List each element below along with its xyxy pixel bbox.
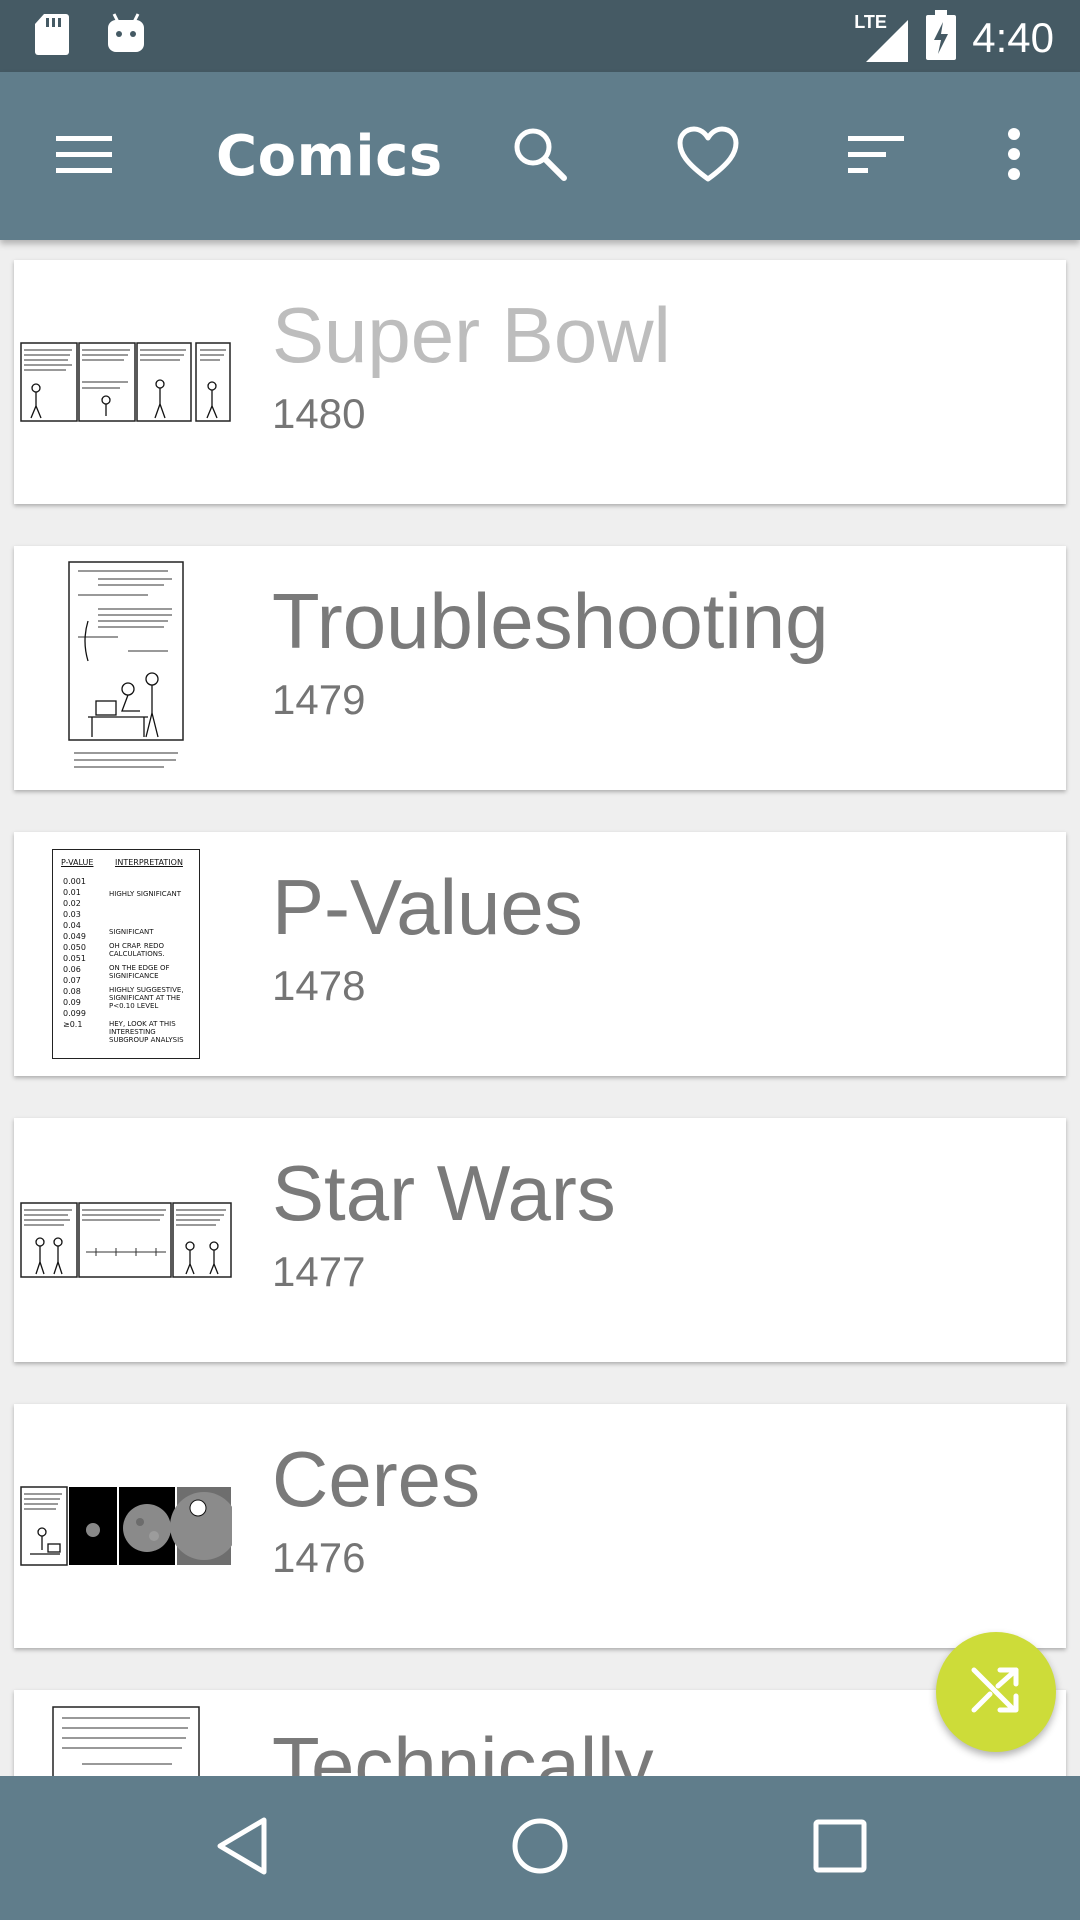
back-button[interactable] — [202, 1808, 282, 1888]
favorites-button[interactable] — [668, 116, 748, 196]
comic-card[interactable]: Star Wars 1477 — [14, 1118, 1066, 1362]
comic-title: Troubleshooting — [272, 577, 829, 665]
comic-thumbnail — [14, 546, 238, 790]
comic-card[interactable]: Super Bowl 1480 — [14, 260, 1066, 504]
comic-title: Ceres — [272, 1435, 481, 1523]
random-comic-button[interactable] — [936, 1632, 1056, 1752]
search-button[interactable] — [500, 116, 580, 196]
interpretation-item: SIGNIFICANT — [109, 928, 154, 936]
comic-thumbnail — [14, 1690, 238, 1776]
pvalue-chart-thumb: P-VALUE INTERPRETATION 0.001 0.01 0.02 0… — [52, 849, 200, 1059]
shuffle-icon — [970, 1666, 1022, 1719]
pvalue-header: P-VALUE — [61, 858, 94, 867]
sd-card-icon — [34, 12, 70, 61]
comic-thumbnail — [14, 1404, 238, 1648]
pvalue-item: ≥0.1 — [63, 1020, 83, 1029]
interpretation-item: HEY, LOOK AT THIS INTERESTING SUBGROUP A… — [109, 1020, 184, 1044]
more-options-button[interactable] — [974, 116, 1054, 196]
status-bar: LTE 4:40 — [0, 0, 1080, 72]
comic-card[interactable]: Ceres 1476 — [14, 1404, 1066, 1648]
navigation-bar — [0, 1776, 1080, 1920]
pvalue-item: 0.03 — [63, 910, 81, 919]
pvalue-item: 0.07 — [63, 976, 81, 985]
home-icon — [510, 1816, 570, 1881]
recents-button[interactable] — [800, 1808, 880, 1888]
pvalue-item: 0.099 — [63, 1009, 86, 1018]
pvalue-item: 0.08 — [63, 987, 81, 996]
pvalue-item: 0.051 — [63, 954, 86, 963]
pvalue-item: 0.02 — [63, 899, 81, 908]
more-vert-icon — [1006, 127, 1022, 185]
status-time: 4:40 — [972, 13, 1054, 61]
search-icon — [510, 124, 570, 189]
android-icon — [106, 12, 146, 61]
sort-icon — [846, 132, 906, 181]
comic-list[interactable]: Super Bowl 1480 Troubleshooting 1479 P-V… — [0, 240, 1080, 1776]
pvalue-list: 0.001 0.01 0.02 0.03 0.04 0.049 0.050 0.… — [63, 876, 86, 1030]
battery-charging-icon — [926, 10, 957, 65]
comic-thumbnail — [14, 260, 238, 504]
comic-thumbnail — [14, 1118, 238, 1362]
signal-icon: LTE — [854, 12, 910, 64]
menu-icon — [54, 132, 114, 181]
pvalue-item: 0.049 — [63, 932, 86, 941]
home-button[interactable] — [500, 1808, 580, 1888]
back-icon — [214, 1816, 270, 1881]
interpretation-header: INTERPRETATION — [115, 858, 183, 867]
interpretation-item: OH CRAP. REDO CALCULATIONS. — [109, 942, 165, 958]
comic-number: 1478 — [272, 962, 366, 1009]
pvalue-item: 0.09 — [63, 998, 81, 1007]
menu-button[interactable] — [44, 116, 124, 196]
sort-button[interactable] — [836, 116, 916, 196]
interpretation-item: HIGHLY SUGGESTIVE, SIGNIFICANT AT THE P<… — [109, 986, 184, 1010]
comic-title: P-Values — [272, 863, 583, 951]
comic-title: Super Bowl — [272, 291, 671, 379]
interpretation-item: HIGHLY SIGNIFICANT — [109, 890, 181, 898]
recents-icon — [812, 1818, 868, 1879]
comic-thumbnail: P-VALUE INTERPRETATION 0.001 0.01 0.02 0… — [14, 832, 238, 1076]
interpretation-item: ON THE EDGE OF SIGNIFICANCE — [109, 964, 170, 980]
comic-card[interactable]: P-VALUE INTERPRETATION 0.001 0.01 0.02 0… — [14, 832, 1066, 1076]
comic-card[interactable]: Troubleshooting 1479 — [14, 546, 1066, 790]
heart-icon — [676, 125, 740, 188]
comic-number: 1480 — [272, 390, 366, 437]
comic-number: 1477 — [272, 1248, 366, 1295]
pvalue-item: 0.04 — [63, 921, 81, 930]
comic-title: Technically — [272, 1721, 654, 1776]
pvalue-item: 0.001 — [63, 877, 86, 886]
pvalue-item: 0.06 — [63, 965, 81, 974]
pvalue-item: 0.01 — [63, 888, 81, 897]
comic-number: 1479 — [272, 676, 366, 723]
app-title: Comics — [216, 124, 443, 189]
comic-number: 1476 — [272, 1534, 366, 1581]
app-bar: Comics — [0, 72, 1080, 240]
comic-card[interactable]: Technically — [14, 1690, 1066, 1776]
pvalue-item: 0.050 — [63, 943, 86, 952]
comic-title: Star Wars — [272, 1149, 616, 1237]
